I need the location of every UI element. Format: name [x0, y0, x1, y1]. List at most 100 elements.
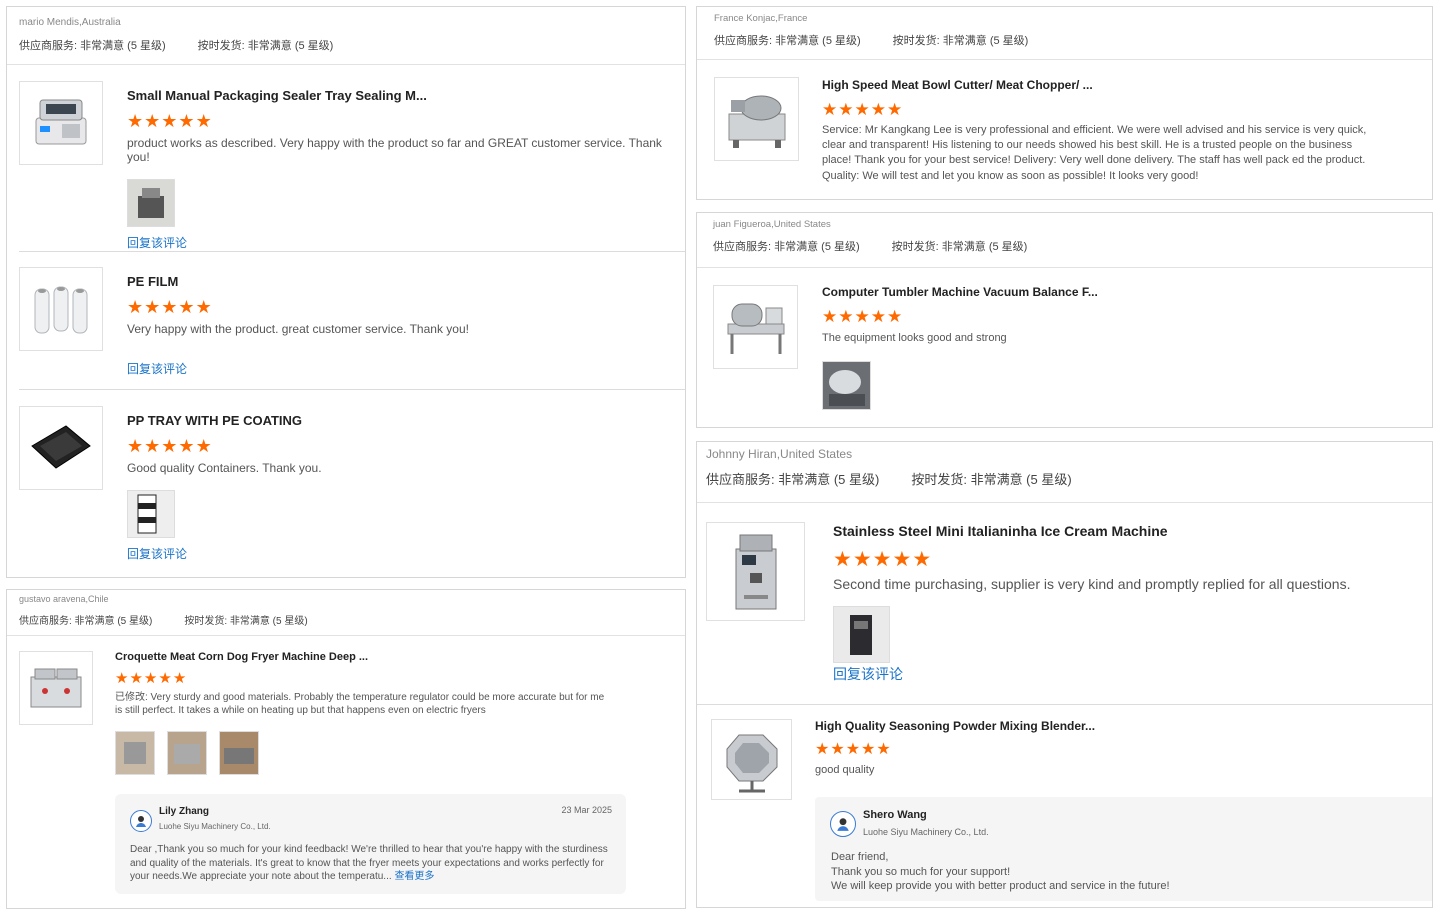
star-icon: ★: [838, 307, 854, 326]
product-thumbnail[interactable]: [714, 77, 799, 161]
star-icon: ★: [143, 670, 158, 687]
product-title[interactable]: PP TRAY WITH PE COATING: [127, 413, 675, 428]
review-photos: [115, 731, 605, 775]
review-text: Service: Mr Kangkang Lee is very profess…: [822, 124, 1367, 182]
star-icon: ★: [144, 111, 161, 131]
review-item: High Quality Seasoning Powder Mixing Ble…: [711, 719, 1432, 904]
star-icon: ★: [161, 436, 178, 456]
see-more-link[interactable]: 查看更多: [394, 871, 434, 882]
review-item: Stainless Steel Mini Italianinha Ice Cre…: [706, 522, 1432, 702]
review-photo[interactable]: [127, 179, 175, 227]
film-rolls-icon: [34, 286, 88, 334]
bowl-cutter-icon: [728, 95, 785, 148]
review-item: High Speed Meat Bowl Cutter/ Meat Choppe…: [714, 77, 1432, 197]
seller-name: Shero Wang: [863, 809, 927, 821]
review-photo[interactable]: [833, 606, 890, 663]
review-card-juan: juan Figueroa,United States 供应商服务: 非常满意 …: [696, 212, 1433, 428]
reply-link[interactable]: 回复该评论: [127, 545, 675, 562]
star-icon: ★: [127, 111, 144, 131]
review-text: Second time purchasing, supplier is very…: [833, 576, 1351, 592]
star-icon: ★: [178, 436, 195, 456]
star-icon: ★: [852, 548, 872, 571]
product-thumbnail[interactable]: [706, 522, 805, 621]
review-photo[interactable]: [822, 361, 871, 410]
reviewer-name: Johnny Hiran,United States: [706, 447, 853, 461]
product-thumbnail[interactable]: [19, 81, 103, 165]
supplier-service-rating: 供应商服务: 非常满意 (5 星级): [19, 616, 153, 627]
seller-reply: Lily Zhang Luohe Siyu Machinery Co., Ltd…: [115, 794, 626, 894]
person-icon: [136, 816, 146, 827]
star-icon: ★: [912, 548, 932, 571]
star-icon: ★: [115, 670, 129, 687]
on-time-rating: 按时发货: 非常满意 (5 星级): [911, 472, 1072, 487]
product-title[interactable]: PE FILM: [127, 274, 675, 289]
rating-summary: 供应商服务: 非常满意 (5 星级) 按时发货: 非常满意 (5 星级): [19, 37, 673, 53]
review-item: Computer Tumbler Machine Vacuum Balance …: [713, 285, 1432, 425]
reply-link[interactable]: 回复该评论: [127, 360, 675, 377]
review-item: PP TRAY WITH PE COATING ★ ★ ★ ★ ★ Good quali…: [19, 406, 685, 566]
card-header: juan Figueroa,United States 供应商服务: 非常满意 …: [697, 213, 1432, 268]
review-body: Computer Tumbler Machine Vacuum Balance …: [822, 285, 1422, 410]
reply-link[interactable]: 回复该评论: [127, 234, 675, 251]
tray-sealer-machine-icon: [35, 99, 87, 145]
card-header: Johnny Hiran,United States 供应商服务: 非常满意 (…: [697, 442, 1432, 503]
product-thumbnail[interactable]: [19, 267, 103, 351]
person-icon: [837, 818, 849, 831]
review-photos: [822, 361, 1422, 410]
product-title[interactable]: Small Manual Packaging Sealer Tray Seali…: [127, 88, 675, 103]
star-icon: ★: [127, 436, 144, 456]
star-icon: ★: [161, 297, 178, 317]
black-tray-icon: [31, 425, 91, 469]
review-photo[interactable]: [127, 490, 175, 538]
review-text: good quality: [815, 764, 875, 776]
review-photo[interactable]: [167, 731, 207, 775]
divider: [19, 389, 685, 390]
seller-company: Luohe Siyu Machinery Co., Ltd.: [863, 827, 989, 837]
review-body: Stainless Steel Mini Italianinha Ice Cre…: [833, 522, 1422, 684]
star-icon: ★: [861, 741, 876, 758]
review-item: Croquette Meat Corn Dog Fryer Machine De…: [19, 651, 685, 901]
reply-link[interactable]: 回复该评论: [833, 664, 1422, 684]
machine-photo-icon: [128, 180, 174, 226]
product-thumbnail[interactable]: [711, 719, 792, 800]
rating-summary: 供应商服务: 非常满意 (5 星级) 按时发货: 非常满意 (5 星级): [714, 32, 1420, 48]
supplier-service-rating: 供应商服务: 非常满意 (5 星级): [714, 35, 861, 47]
review-photo[interactable]: [219, 731, 259, 775]
review-body: PP TRAY WITH PE COATING ★ ★ ★ ★ ★ Good quali…: [127, 406, 675, 562]
product-title[interactable]: High Quality Seasoning Powder Mixing Ble…: [815, 719, 1422, 733]
rating-summary: 供应商服务: 非常满意 (5 星级) 按时发货: 非常满意 (5 星级): [706, 469, 1420, 488]
review-photos: [127, 490, 675, 538]
star-icon: ★: [195, 297, 212, 317]
seller-avatar: [130, 810, 152, 832]
product-title[interactable]: Croquette Meat Corn Dog Fryer Machine De…: [115, 651, 605, 663]
rating-summary: 供应商服务: 非常满意 (5 星级) 按时发货: 非常满意 (5 星级): [19, 612, 673, 627]
review-item: PE FILM ★ ★ ★ ★ ★ Very happy with the produc…: [19, 267, 685, 387]
supplier-service-rating: 供应商服务: 非常满意 (5 星级): [706, 472, 880, 487]
product-title[interactable]: Stainless Steel Mini Italianinha Ice Cre…: [833, 523, 1422, 539]
star-icon: ★: [144, 436, 161, 456]
product-thumbnail[interactable]: [19, 406, 103, 490]
reviewer-name: juan Figueroa,United States: [713, 219, 831, 230]
star-icon: ★: [129, 670, 143, 687]
reply-text: Dear ,Thank you so much for your kind fe…: [130, 844, 608, 882]
seller-company: Luohe Siyu Machinery Co., Ltd.: [159, 822, 271, 831]
star-icon: ★: [876, 741, 891, 758]
product-title[interactable]: High Speed Meat Bowl Cutter/ Meat Choppe…: [822, 78, 1370, 92]
review-body: High Quality Seasoning Powder Mixing Ble…: [815, 719, 1422, 776]
product-title[interactable]: Computer Tumbler Machine Vacuum Balance …: [822, 285, 1422, 299]
review-body: Croquette Meat Corn Dog Fryer Machine De…: [115, 651, 605, 775]
product-thumbnail[interactable]: [19, 651, 93, 725]
fryer-photo-icon: [220, 732, 258, 774]
review-photo[interactable]: [115, 731, 155, 775]
divider: [19, 251, 685, 252]
star-icon: ★: [815, 741, 830, 758]
product-thumbnail[interactable]: [713, 285, 798, 369]
star-icon: ★: [833, 548, 852, 571]
review-body: Small Manual Packaging Sealer Tray Seali…: [127, 81, 675, 251]
review-card-gustavo: gustavo aravena,Chile 供应商服务: 非常满意 (5 星级)…: [6, 589, 686, 909]
card-header: mario Mendis,Australia 供应商服务: 非常满意 (5 星级…: [7, 7, 685, 65]
fryer-photo-icon: [116, 732, 154, 774]
reply-date: 23 Mar 2025: [561, 805, 612, 815]
star-icon: ★: [887, 100, 903, 119]
review-item: Small Manual Packaging Sealer Tray Seali…: [19, 81, 685, 250]
